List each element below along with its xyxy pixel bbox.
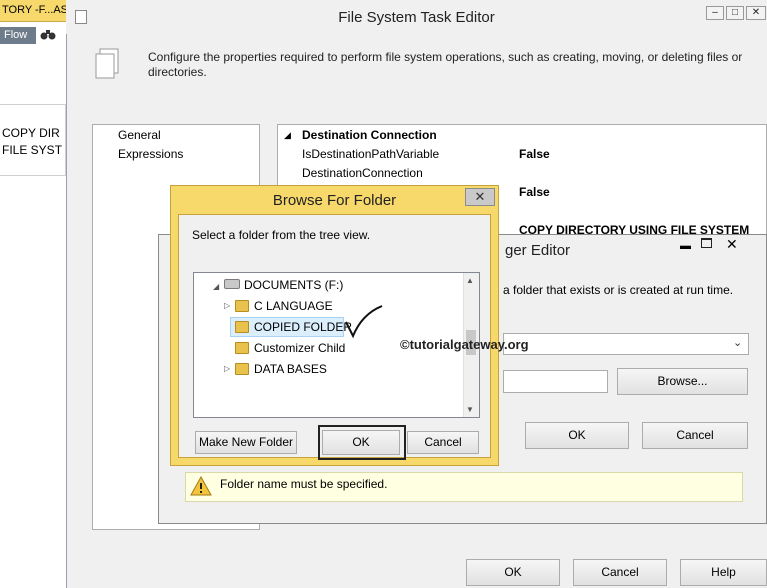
dialog-title: File System Task Editor [338, 9, 495, 26]
property-name[interactable]: DestinationConnection [302, 166, 423, 180]
nav-item-general[interactable]: General [118, 128, 161, 142]
warning-icon [190, 475, 212, 496]
browse-ok-button[interactable]: OK [322, 430, 400, 455]
connection-editor-description: a folder that exists or is created at ru… [503, 283, 734, 297]
tree-item-folder-selected[interactable]: COPIED FOLDER [254, 320, 352, 334]
designer-tab[interactable]: TORY -F...AS [0, 0, 66, 22]
cancel-button[interactable]: Cancel [573, 559, 667, 586]
tree-item-folder[interactable]: C LANGUAGE [254, 299, 333, 313]
binoculars-icon[interactable] [40, 27, 60, 44]
browse-instruction: Select a folder from the tree view. [192, 228, 371, 242]
dialog-description: Configure the properties required to per… [148, 50, 743, 79]
folder-icon [235, 321, 249, 333]
property-category: Destination Connection [302, 128, 437, 142]
task-box-line: FILE SYST [2, 143, 63, 157]
maximize-icon[interactable] [701, 238, 712, 248]
collapse-triangle-icon[interactable]: ◢ [284, 130, 291, 141]
ok-button[interactable]: OK [466, 559, 560, 586]
minimize-button[interactable]: – [706, 6, 724, 20]
folder-path-input[interactable] [503, 370, 608, 393]
connection-editor-title: ger Editor [505, 242, 571, 259]
help-button[interactable]: Help [680, 559, 767, 586]
warning-message: Folder name must be specified. [220, 477, 388, 491]
close-button[interactable]: ✕ [746, 6, 766, 20]
tree-item-folder[interactable]: Customizer Child [254, 341, 345, 355]
chevron-down-icon[interactable]: ⌄ [733, 336, 742, 349]
browse-button[interactable]: Browse... [617, 368, 748, 395]
folder-icon [235, 342, 249, 354]
drive-icon [224, 279, 240, 289]
document-icon [94, 48, 120, 80]
expanded-arrow-icon[interactable]: ◢ [213, 282, 219, 291]
make-new-folder-button[interactable]: Make New Folder [195, 431, 297, 454]
browse-dialog-title: Browse For Folder [272, 192, 397, 209]
task-box[interactable]: COPY DIR FILE SYST [0, 104, 66, 176]
tree-item-drive[interactable]: DOCUMENTS (F:) [244, 278, 343, 292]
folder-icon [235, 300, 249, 312]
nav-item-expressions[interactable]: Expressions [118, 147, 183, 161]
property-value[interactable]: False [519, 185, 550, 199]
browse-cancel-button[interactable]: Cancel [407, 431, 479, 454]
connection-ok-button[interactable]: OK [525, 422, 629, 449]
property-name[interactable]: IsDestinationPathVariable [302, 147, 439, 161]
close-icon[interactable]: ✕ [726, 236, 738, 253]
control-flow-tab[interactable]: Flow [0, 27, 36, 44]
usage-type-select[interactable] [503, 333, 749, 355]
tree-item-folder[interactable]: DATA BASES [254, 362, 327, 376]
connection-cancel-button[interactable]: Cancel [642, 422, 748, 449]
checkmark-annotation-icon [344, 300, 384, 340]
designer-background [0, 0, 66, 588]
collapsed-arrow-icon[interactable]: ▷ [224, 364, 230, 373]
maximize-button[interactable]: □ [726, 6, 744, 20]
task-box-line: COPY DIR [2, 126, 60, 140]
scroll-down-icon[interactable]: ▼ [466, 405, 474, 414]
property-value[interactable]: False [519, 147, 550, 161]
close-button[interactable]: ✕ [465, 188, 495, 206]
folder-icon [235, 363, 249, 375]
collapsed-arrow-icon[interactable]: ▷ [224, 301, 230, 310]
watermark: ©tutorialgateway.org [400, 337, 529, 352]
scroll-up-icon[interactable]: ▲ [466, 276, 474, 285]
minimize-icon[interactable]: ▬ [680, 240, 691, 252]
